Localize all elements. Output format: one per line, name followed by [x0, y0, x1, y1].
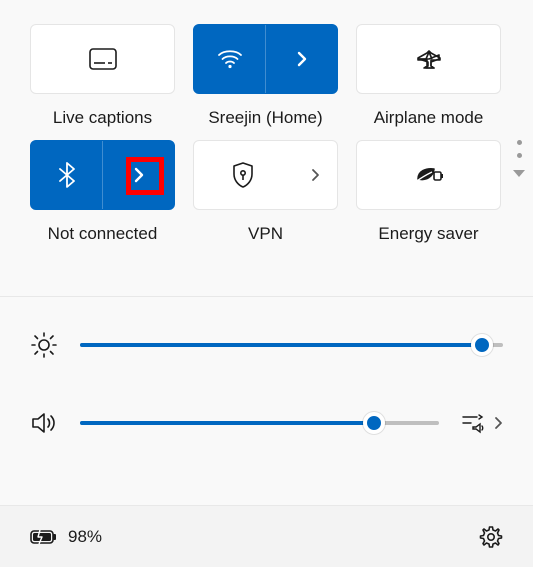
bluetooth-tile[interactable]	[30, 140, 175, 210]
chevron-right-icon	[295, 50, 309, 68]
wifi-icon	[217, 49, 243, 69]
tile-group-vpn: VPN	[193, 140, 338, 244]
volume-icon	[30, 411, 58, 435]
bluetooth-icon	[59, 162, 75, 188]
vpn-label: VPN	[248, 224, 283, 244]
captions-icon	[89, 48, 117, 70]
battery-status[interactable]: 98%	[30, 527, 102, 547]
caret-down-icon	[513, 170, 525, 177]
volume-thumb[interactable]	[363, 412, 385, 434]
chevron-right-icon	[310, 168, 320, 182]
vpn-tile[interactable]	[193, 140, 338, 210]
energy-saver-label: Energy saver	[378, 224, 478, 244]
brightness-icon	[30, 331, 58, 359]
dot-icon	[517, 140, 522, 145]
vpn-expand[interactable]	[292, 141, 337, 209]
vpn-toggle[interactable]	[194, 141, 292, 209]
chevron-right-icon	[493, 416, 503, 430]
leaf-battery-icon	[414, 165, 444, 185]
shield-key-icon	[232, 162, 254, 188]
audio-output-icon	[461, 412, 485, 434]
airplane-tile[interactable]	[356, 24, 501, 94]
tiles-grid: Live captions Sreej	[30, 24, 503, 244]
gear-icon	[479, 525, 503, 549]
bluetooth-toggle[interactable]	[31, 141, 102, 209]
volume-row	[30, 411, 503, 435]
settings-button[interactable]	[479, 525, 503, 549]
volume-output-selector[interactable]	[461, 412, 503, 434]
brightness-slider[interactable]	[80, 343, 503, 347]
tile-group-bluetooth: Not connected	[30, 140, 175, 244]
live-captions-label: Live captions	[53, 108, 152, 128]
wifi-expand[interactable]	[265, 25, 337, 93]
tile-group-live-captions: Live captions	[30, 24, 175, 128]
footer-bar: 98%	[0, 505, 533, 567]
bluetooth-expand[interactable]	[102, 141, 174, 209]
airplane-icon	[416, 48, 442, 70]
bluetooth-label: Not connected	[48, 224, 158, 244]
live-captions-tile[interactable]	[30, 24, 175, 94]
sliders-section	[0, 296, 533, 465]
wifi-toggle[interactable]	[194, 25, 265, 93]
volume-slider[interactable]	[80, 421, 439, 425]
dot-icon	[517, 153, 522, 158]
battery-icon	[30, 528, 58, 546]
tile-group-energy-saver: Energy saver	[356, 140, 501, 244]
tile-group-wifi: Sreejin (Home)	[193, 24, 338, 128]
airplane-label: Airplane mode	[374, 108, 484, 128]
quick-settings-panel: Live captions Sreej	[0, 0, 533, 244]
wifi-label: Sreejin (Home)	[208, 108, 322, 128]
battery-text: 98%	[68, 527, 102, 547]
page-indicator[interactable]	[513, 140, 525, 177]
wifi-tile[interactable]	[193, 24, 338, 94]
brightness-row	[30, 331, 503, 359]
brightness-fill	[80, 343, 482, 347]
tile-group-airplane: Airplane mode	[356, 24, 501, 128]
energy-saver-tile[interactable]	[356, 140, 501, 210]
volume-fill	[80, 421, 374, 425]
brightness-thumb[interactable]	[471, 334, 493, 356]
chevron-right-icon	[132, 166, 146, 184]
